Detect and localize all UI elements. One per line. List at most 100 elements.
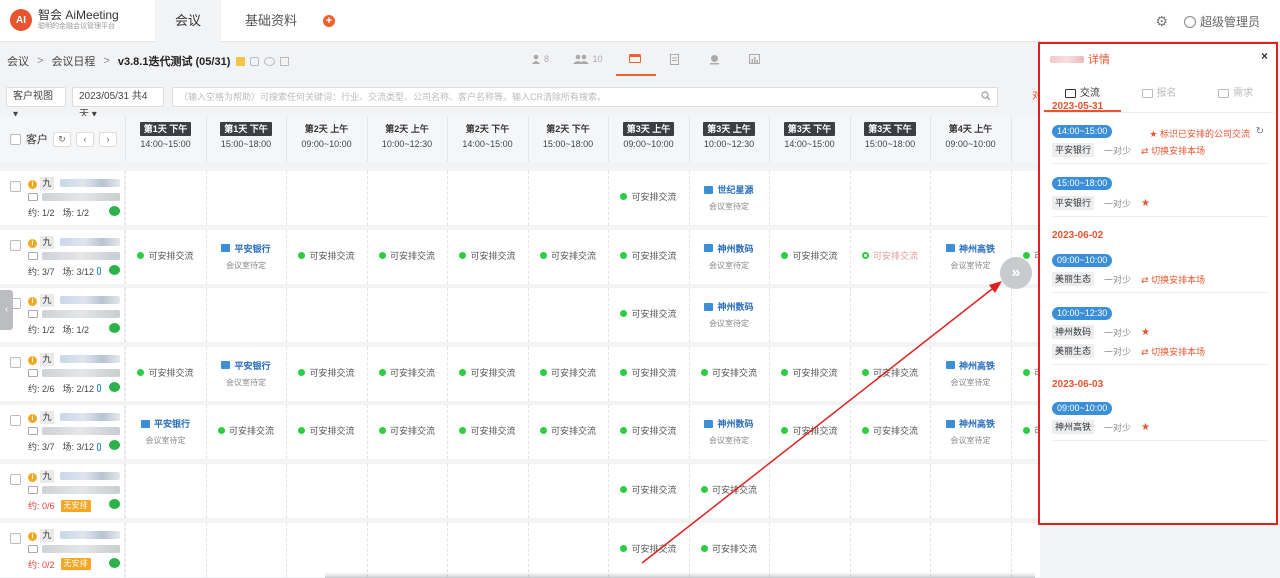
schedule-cell[interactable]: 可安排交流 xyxy=(1010,405,1040,460)
wechat-icon[interactable] xyxy=(109,264,120,275)
eye-icon[interactable] xyxy=(264,56,276,66)
available-slot[interactable]: 可安排交流 xyxy=(1012,366,1040,379)
nav-tab-basic-data[interactable]: 基础资料 xyxy=(221,0,321,42)
nav-tab-meeting[interactable]: 会议 xyxy=(155,0,221,42)
schedule-cell[interactable]: 神州数码 会议室待定 xyxy=(688,288,769,343)
available-slot[interactable]: 可安排交流 xyxy=(287,424,366,437)
view-tab-calendar[interactable] xyxy=(616,42,656,76)
info-icon[interactable]: i xyxy=(28,297,37,307)
booked-company[interactable]: 平安银行 xyxy=(207,242,286,255)
schedule-cell[interactable]: 神州高铁 会议室待定 xyxy=(930,405,1010,460)
customer-info[interactable]: i 九约: 3/7 场: 3/12 xyxy=(0,405,125,460)
attachment-icon[interactable] xyxy=(97,384,102,393)
collapse-left-handle[interactable]: ‹ xyxy=(0,290,13,330)
wechat-icon[interactable] xyxy=(109,557,120,568)
customer-info[interactable]: i 九约: 3/7 场: 3/12 xyxy=(0,229,125,284)
booked-company[interactable]: 平安银行 xyxy=(207,359,286,372)
schedule-cell[interactable]: 可安排交流 xyxy=(366,346,447,401)
breadcrumb-schedule[interactable]: 会议日程 xyxy=(51,53,95,69)
schedule-cell[interactable]: 可安排交流 xyxy=(688,346,769,401)
schedule-cell[interactable]: 可安排交流 xyxy=(688,522,769,577)
panel-tab-demand[interactable]: 需求 xyxy=(1197,82,1274,112)
schedule-cell[interactable]: 神州高铁 会议室待定 xyxy=(930,346,1010,401)
schedule-cell[interactable]: 可安排交流 xyxy=(1010,346,1040,401)
available-slot[interactable]: 可安排交流 xyxy=(690,542,769,555)
row-checkbox[interactable] xyxy=(10,239,21,251)
row-checkbox[interactable] xyxy=(10,356,21,368)
schedule-cell[interactable]: 平安银行 会议室待定 xyxy=(205,346,286,401)
available-slot[interactable]: 可安排交流 xyxy=(690,366,769,379)
booked-company[interactable]: 神州数码 xyxy=(690,242,769,255)
available-slot[interactable]: 可安排交流 xyxy=(609,190,688,203)
schedule-cell[interactable]: 可安排交流 xyxy=(527,229,608,284)
scroll-right-button[interactable]: » xyxy=(1000,257,1032,289)
wechat-icon[interactable] xyxy=(109,206,120,216)
schedule-cell[interactable]: 神州数码 会议室待定 xyxy=(688,229,769,284)
view-tab-location[interactable] xyxy=(696,42,736,76)
available-slot[interactable]: 可安排交流 xyxy=(529,366,608,379)
view-tab-person[interactable]: 8 xyxy=(520,42,560,76)
booked-company[interactable]: 神州高铁 xyxy=(931,417,1010,430)
schedule-cell[interactable]: 可安排交流 xyxy=(447,346,527,401)
available-slot[interactable]: 可安排交流 xyxy=(1012,424,1040,437)
schedule-cell[interactable]: 可安排交流 xyxy=(125,229,205,284)
available-slot[interactable]: 可安排交流 xyxy=(529,249,608,262)
lock-icon[interactable] xyxy=(250,56,260,66)
customer-info[interactable]: i 九约: 0/2 无安排 xyxy=(0,522,125,577)
info-icon[interactable]: i xyxy=(28,180,37,189)
schedule-cell[interactable]: 可安排交流 xyxy=(366,229,447,284)
schedule-cell[interactable]: 可安排交流 xyxy=(447,229,527,284)
date-select[interactable]: 2023/05/31 共4天 ▾ xyxy=(72,87,164,120)
check-icon[interactable] xyxy=(280,56,290,66)
schedule-cell[interactable]: 可安排交流 xyxy=(849,346,930,401)
company-tag[interactable]: 神州高铁 xyxy=(1052,420,1095,434)
available-slot[interactable]: 可安排交流 xyxy=(851,366,930,379)
row-checkbox[interactable] xyxy=(10,474,21,485)
available-slot[interactable]: 可安排交流 xyxy=(126,249,205,262)
info-icon[interactable]: i xyxy=(28,238,37,248)
available-slot[interactable]: 可安排交流 xyxy=(851,249,930,262)
info-icon[interactable]: i xyxy=(28,531,37,541)
available-slot[interactable]: 可安排交流 xyxy=(448,249,527,262)
company-tag[interactable]: 平安银行 xyxy=(1052,196,1095,210)
schedule-cell[interactable]: 可安排交流 xyxy=(608,346,688,401)
switch-arrangement-link[interactable]: ⇄ 切换安排本场 xyxy=(1141,273,1205,286)
select-all-checkbox[interactable] xyxy=(10,133,21,145)
schedule-cell[interactable]: 可安排交流 xyxy=(849,229,930,284)
available-slot[interactable]: 可安排交流 xyxy=(609,366,688,379)
schedule-cell[interactable]: 神州高铁 会议室待定 xyxy=(930,229,1010,284)
schedule-cell[interactable]: 可安排交流 xyxy=(286,405,366,460)
schedule-cell[interactable]: 可安排交流 xyxy=(608,464,688,518)
schedule-cell[interactable]: 可安排交流 xyxy=(688,464,769,518)
company-tag[interactable]: 平安银行 xyxy=(1052,143,1095,157)
company-tag[interactable]: 美丽生态 xyxy=(1052,272,1095,286)
wechat-icon[interactable] xyxy=(109,499,120,509)
schedule-cell[interactable]: 可安排交流 xyxy=(608,229,688,284)
wechat-icon[interactable] xyxy=(109,323,120,334)
switch-arrangement-link[interactable]: ⇄ 切换安排本场 xyxy=(1141,144,1205,157)
available-slot[interactable]: 可安排交流 xyxy=(207,424,286,437)
panel-tab-signup[interactable]: 报名 xyxy=(1121,82,1198,112)
booked-company[interactable]: 神州高铁 xyxy=(931,359,1010,372)
close-icon[interactable]: × xyxy=(1261,49,1268,63)
flag-icon[interactable] xyxy=(236,56,246,66)
customer-info[interactable]: i 九约: 2/6 场: 2/12 xyxy=(0,346,125,401)
wechat-icon[interactable] xyxy=(109,381,120,392)
schedule-cell[interactable]: 平安银行 会议室待定 xyxy=(125,405,205,460)
add-tab-icon[interactable]: + xyxy=(323,15,336,27)
available-slot[interactable]: 可安排交流 xyxy=(368,424,447,437)
prev-button[interactable]: ‹ xyxy=(76,131,94,147)
booked-company[interactable]: 神州高铁 xyxy=(931,242,1010,255)
refresh-icon[interactable]: ↻ xyxy=(1256,126,1264,137)
company-tag[interactable]: 美丽生态 xyxy=(1052,344,1095,358)
available-slot[interactable]: 可安排交流 xyxy=(529,424,608,437)
available-slot[interactable]: 可安排交流 xyxy=(690,483,769,496)
schedule-cell[interactable]: 可安排交流 xyxy=(527,405,608,460)
schedule-cell[interactable]: 可安排交流 xyxy=(447,405,527,460)
available-slot[interactable]: 可安排交流 xyxy=(770,424,849,437)
booked-company[interactable]: 神州数码 xyxy=(690,417,769,430)
view-tab-document[interactable] xyxy=(656,42,696,76)
available-slot[interactable]: 可安排交流 xyxy=(851,424,930,437)
attachment-icon[interactable] xyxy=(97,267,102,276)
view-select[interactable]: 客户视图 ▾ xyxy=(6,87,66,120)
